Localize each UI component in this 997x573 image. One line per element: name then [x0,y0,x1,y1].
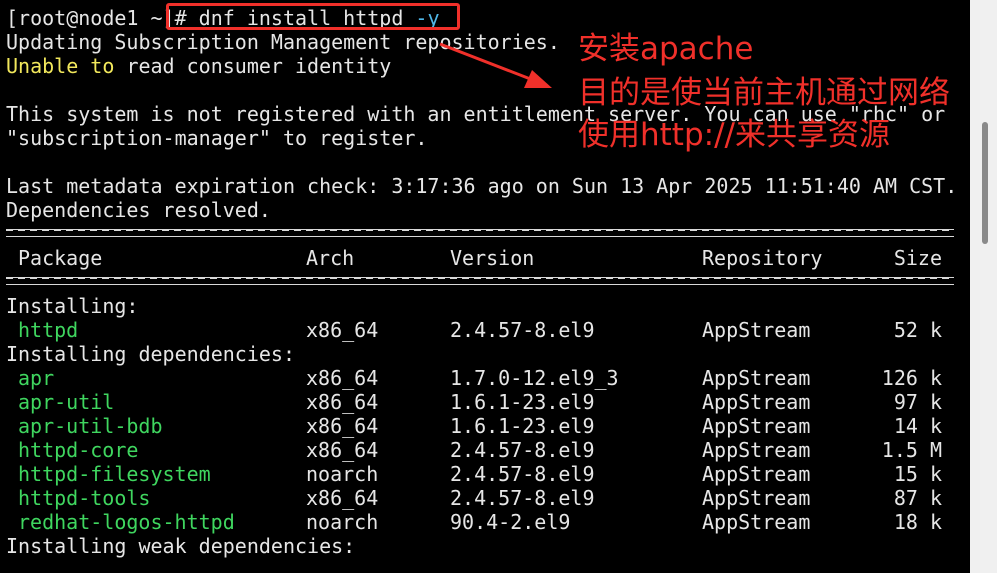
section-installing-weak-dependencies: Installing weak dependencies: [6,534,356,558]
package-name: httpd-core [18,438,139,462]
package-repo: AppStream [702,414,811,438]
table-separator-bottom [6,277,954,285]
output-updating: Updating Subscription Management reposit… [6,30,560,54]
annotation-line-2: 目的是使当前主机通过网络 [578,75,950,111]
package-version: 1.7.0-12.el9_3 [450,366,619,390]
package-name: apr-util [18,390,115,414]
package-repo: AppStream [702,486,811,510]
package-version: 2.4.57-8.el9 [450,438,595,462]
header-repository: Repository [702,246,823,270]
header-package: Package [18,246,103,270]
output-unable: Unable to read consumer identity [6,54,391,78]
package-name: httpd [18,318,79,342]
section-installing-dependencies: Installing dependencies: [6,342,295,366]
package-size: 87 k [893,486,942,510]
package-name: redhat-logos-httpd [18,510,235,534]
shell-prompt: [root@node1 ~] [6,6,175,30]
scrollbar-track[interactable] [970,0,997,573]
package-name: apr-util-bdb [18,414,163,438]
package-arch: x86_64 [306,414,379,438]
package-size: 52 k [893,318,942,342]
output-metadata: Last metadata expiration check: 3:17:36 … [6,174,958,198]
annotation-line-3: 使用http://来共享资源 [578,117,890,153]
package-arch: x86_64 [306,318,379,342]
package-name: apr [18,366,55,390]
output-deps-resolved: Dependencies resolved. [6,198,271,222]
package-arch: noarch [306,462,379,486]
package-arch: x86_64 [306,438,379,462]
package-arch: x86_64 [306,390,379,414]
table-separator-top [6,229,954,237]
package-size: 15 k [893,462,942,486]
warning-word-to: to [90,54,115,78]
package-repo: AppStream [702,366,811,390]
package-arch: noarch [306,510,379,534]
package-size: 126 k [881,366,942,390]
package-version: 2.4.57-8.el9 [450,318,595,342]
package-version: 1.6.1-23.el9 [450,390,595,414]
package-size: 14 k [893,414,942,438]
header-version: Version [450,246,535,270]
warning-rest: read consumer identity [126,54,392,78]
package-name: httpd-filesystem [18,462,211,486]
package-size: 18 k [893,510,942,534]
package-version: 1.6.1-23.el9 [450,414,595,438]
output-subscription-manager: "subscription-manager" to register. [6,126,428,150]
package-repo: AppStream [702,438,811,462]
annotation-line-1: 安装apache [578,31,754,67]
package-repo: AppStream [702,318,811,342]
package-repo: AppStream [702,510,811,534]
package-version: 2.4.57-8.el9 [450,462,595,486]
warning-word-unable: Unable [6,54,79,78]
package-repo: AppStream [702,390,811,414]
package-size: 1.5 M [881,438,942,462]
command-highlight-box [166,3,460,30]
scrollbar-thumb[interactable] [982,122,988,244]
package-version: 2.4.57-8.el9 [450,486,595,510]
package-name: httpd-tools [18,486,151,510]
package-size: 97 k [893,390,942,414]
header-size: Size [893,246,942,270]
section-installing: Installing: [6,294,139,318]
package-version: 90.4-2.el9 [450,510,571,534]
package-arch: x86_64 [306,486,379,510]
header-arch: Arch [306,246,355,270]
package-repo: AppStream [702,462,811,486]
package-arch: x86_64 [306,366,379,390]
